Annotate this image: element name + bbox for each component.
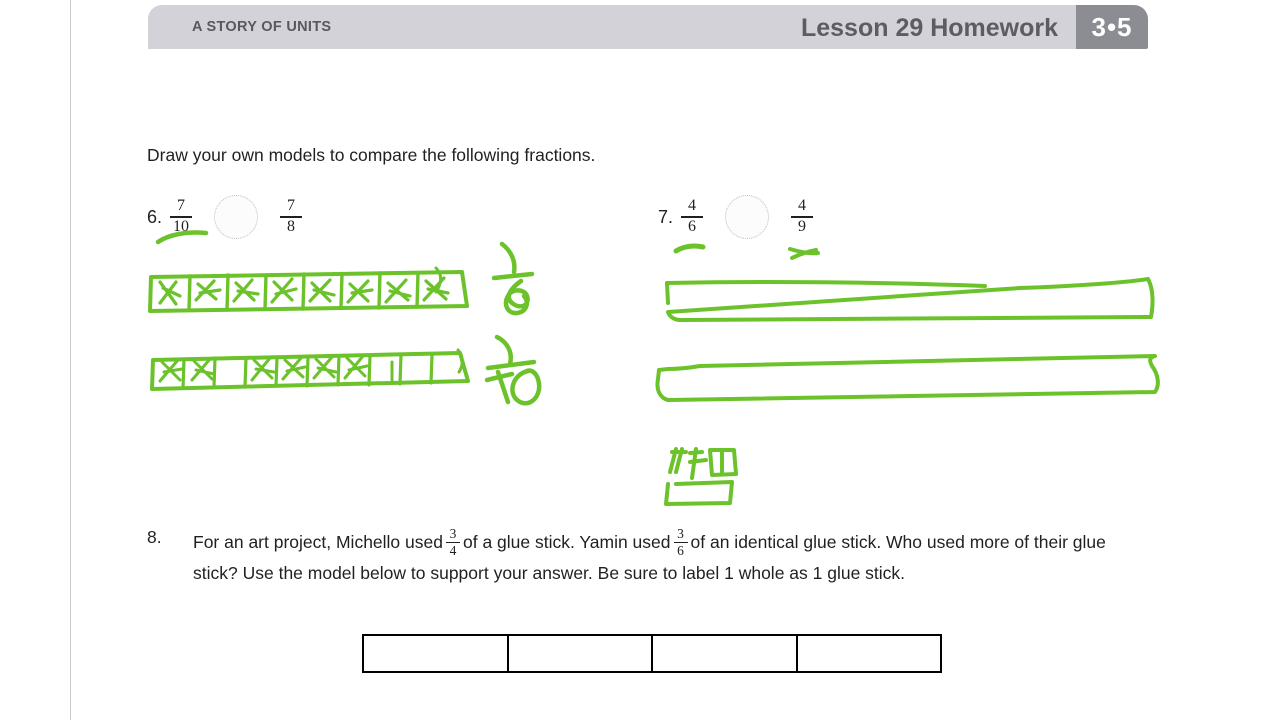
- fraction-numerator: 4: [798, 197, 807, 214]
- problem-8-tape-diagram: [362, 634, 942, 673]
- tape-cell[interactable]: [509, 636, 653, 671]
- fraction-numerator: 3: [449, 526, 457, 542]
- problem-6: 6. 7 10 7 8: [147, 195, 303, 239]
- problem-6-right-fraction: 7 8: [280, 197, 303, 236]
- fraction-denominator: 4: [449, 542, 457, 558]
- fraction-numerator: 7: [177, 197, 186, 214]
- problem-7-right-fraction: 4 9: [791, 197, 814, 236]
- problem-8-text-part2: of a glue stick. Yamin used: [462, 532, 671, 552]
- fraction-denominator: 9: [798, 218, 807, 236]
- handwritten-fraction-7-10-ink: [484, 334, 542, 406]
- problem-8-text: For an art project, Michello used 3 4 of…: [193, 527, 1118, 588]
- bar-model-tenths-shading: [158, 354, 394, 383]
- underline-4-6-ink: [673, 243, 706, 254]
- header-banner: A STORY OF UNITS Lesson 29 Homework: [148, 5, 1076, 49]
- fraction-numerator: 3: [677, 526, 684, 542]
- problem-6-left-fraction: 7 10: [170, 197, 193, 236]
- underline-4-9-ink: [788, 247, 820, 260]
- grade-module-badge: 3•5: [1076, 5, 1148, 49]
- bar-model-tenths-outline: [150, 351, 470, 391]
- tape-cell[interactable]: [798, 636, 941, 671]
- problem-7-answer-circle[interactable]: [725, 195, 770, 239]
- page-left-rule: [70, 0, 71, 720]
- bar-model-eighths-outline: [148, 270, 469, 313]
- tape-cell[interactable]: [653, 636, 798, 671]
- problem-6-number: 6.: [147, 206, 163, 227]
- bar-model-eighths-shading: [158, 276, 450, 306]
- bar-model-ninths-blank-outline: [655, 354, 1160, 402]
- problem-7-number: 7.: [658, 206, 674, 227]
- problem-8-number: 8.: [147, 527, 162, 547]
- scribble-note-ink: [664, 447, 738, 506]
- problem-6-answer-circle[interactable]: [214, 195, 259, 239]
- bar-model-sixths-blank-outline: [665, 277, 1155, 322]
- header-curriculum-label: A STORY OF UNITS: [192, 19, 332, 35]
- worksheet-page: A STORY OF UNITS Lesson 29 Homework 3•5 …: [0, 0, 1280, 720]
- page-title: Lesson 29 Homework: [800, 14, 1058, 42]
- problem-8-fraction-michello: 3 4: [445, 526, 460, 558]
- fraction-numerator: 7: [287, 197, 296, 214]
- problem-7-left-fraction: 4 6: [681, 197, 704, 236]
- tape-cell[interactable]: [364, 636, 509, 671]
- fraction-denominator: 8: [287, 218, 296, 236]
- fraction-denominator: 10: [173, 218, 190, 236]
- fraction-numerator: 4: [688, 197, 697, 214]
- bar-model-eighths-dividers: [187, 271, 420, 312]
- problem-8-fraction-yamin: 3 6: [673, 526, 688, 558]
- ink-annotation-layer: [148, 230, 1160, 506]
- instruction-text: Draw your own models to compare the foll…: [147, 145, 596, 165]
- problem-7: 7. 4 6 4 9: [658, 195, 814, 239]
- fraction-denominator: 6: [688, 218, 697, 236]
- bar-model-tenths-dividers: [181, 353, 434, 390]
- fraction-denominator: 6: [677, 542, 684, 558]
- problem-8-text-part1: For an art project, Michello used: [193, 532, 443, 552]
- bar-model-tenths-flourish: [456, 348, 464, 374]
- handwritten-fraction-7-8-ink: [491, 241, 535, 316]
- bar-model-eighths-flourish: [434, 266, 443, 294]
